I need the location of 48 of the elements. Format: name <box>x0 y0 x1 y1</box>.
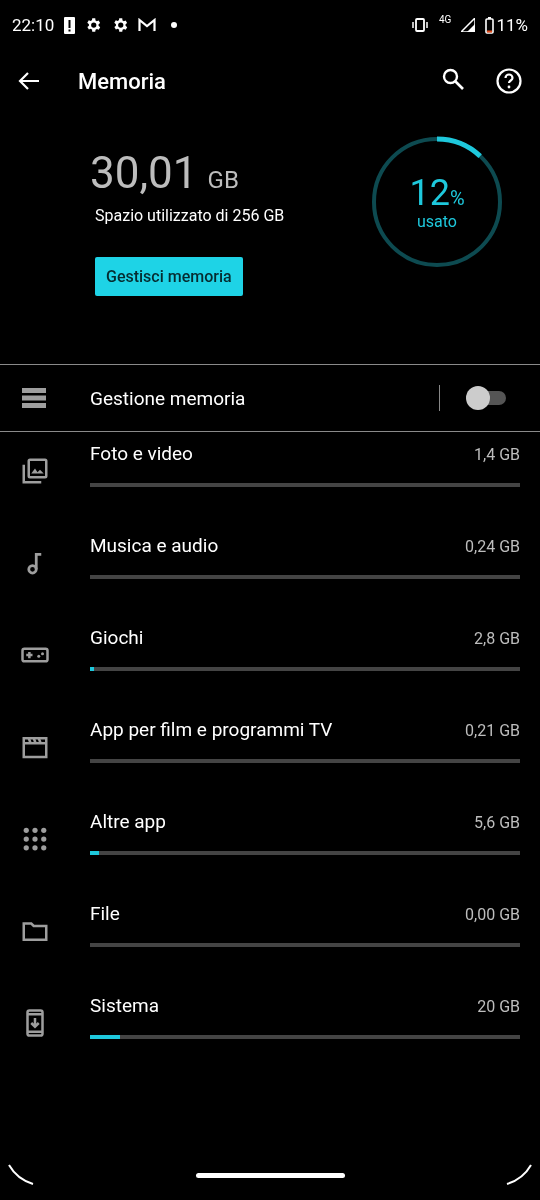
battery-alert-icon <box>64 16 76 34</box>
manage-storage-button[interactable]: Gestisci memoria <box>95 257 243 296</box>
screen-title: Memoria <box>78 68 166 94</box>
vibrate-icon <box>411 18 429 32</box>
category-name[interactable]: Foto e video <box>90 442 193 465</box>
help-icon[interactable] <box>496 68 522 94</box>
category-name[interactable]: App per film e programmi TV <box>90 718 333 741</box>
photo-library-icon <box>22 458 48 484</box>
percent-sign: % <box>449 185 465 210</box>
category-size: 1,4 GB <box>474 445 520 464</box>
usage-label: usato <box>417 211 457 231</box>
gamepad-icon <box>21 647 49 663</box>
storage-caption: Spazio utilizzato di 256 GB <box>95 206 286 225</box>
category-name[interactable]: Sistema <box>90 994 159 1017</box>
settings-icon <box>111 16 130 34</box>
category-name[interactable]: Musica e audio <box>90 534 219 557</box>
music-note-icon <box>27 552 42 575</box>
mail-icon <box>138 18 157 32</box>
storage-unit: GB <box>207 166 239 194</box>
category-size: 0,21 GB <box>465 721 520 740</box>
storage-manager-switch[interactable] <box>466 386 506 410</box>
category-size: 0,00 GB <box>465 905 520 924</box>
storage-manager-label: Gestione memoria <box>90 386 247 410</box>
category-size: 2,8 GB <box>474 629 520 648</box>
clapperboard-icon <box>22 737 48 759</box>
battery-icon <box>485 16 495 34</box>
network-type: 4G <box>439 14 452 25</box>
battery-percent: 11% <box>496 15 528 35</box>
dot-icon <box>171 22 178 28</box>
category-size: 20 GB <box>477 997 520 1016</box>
category-name[interactable]: Giochi <box>90 626 144 649</box>
used-storage: 30,01 <box>90 150 198 196</box>
settings-icon <box>84 16 103 34</box>
signal-icon <box>461 18 476 32</box>
phone-download-icon <box>26 1009 44 1037</box>
clock: 22:10 <box>12 15 55 35</box>
back-arrow-icon[interactable] <box>18 71 40 91</box>
usage-percent: 12 <box>409 173 450 212</box>
screen-corner <box>8 1164 34 1185</box>
storage-icon <box>22 388 46 408</box>
search-icon[interactable] <box>442 68 464 90</box>
app-grid-icon <box>23 827 47 851</box>
category-size: 0,24 GB <box>465 537 520 556</box>
screen-corner <box>506 1164 532 1185</box>
category-name[interactable]: File <box>90 902 120 925</box>
folder-icon <box>22 922 48 941</box>
category-name[interactable]: Altre app <box>90 810 166 833</box>
category-size: 5,6 GB <box>474 813 520 832</box>
